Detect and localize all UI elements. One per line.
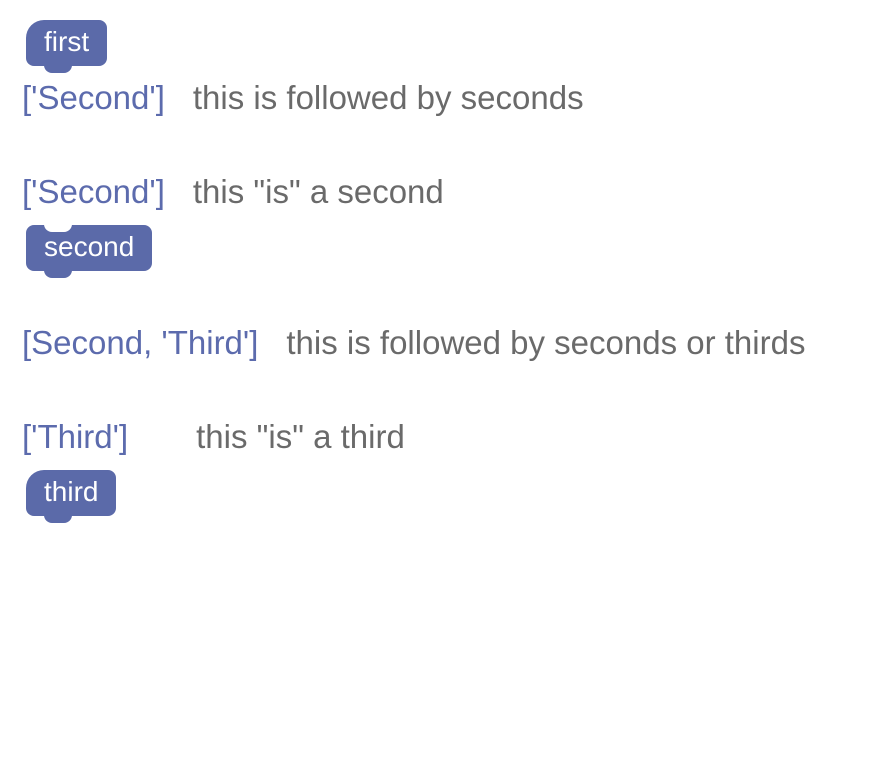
block-wrapper: second <box>26 225 152 271</box>
doc-entry: [Second, 'Third'] this is followed by se… <box>22 321 856 366</box>
doc-entry: first ['Second'] this is followed by sec… <box>22 20 856 120</box>
entry-row: ['Third'] this "is" a third <box>22 415 856 460</box>
entry-row: ['Second'] this "is" a second <box>22 170 856 215</box>
tag-list: ['Second'] <box>22 170 165 215</box>
block-second[interactable]: second <box>26 225 152 271</box>
description-text: this is followed by seconds or thirds <box>286 321 856 366</box>
block-first[interactable]: first <box>26 20 107 66</box>
entry-row: [Second, 'Third'] this is followed by se… <box>22 321 856 366</box>
description-text: this "is" a third <box>196 415 856 460</box>
tag-list: [Second, 'Third'] <box>22 321 258 366</box>
description-text: this is followed by seconds <box>193 76 856 121</box>
doc-entry: ['Third'] this "is" a third third <box>22 415 856 515</box>
tag-list: ['Second'] <box>22 76 165 121</box>
tag-list: ['Third'] <box>22 415 128 460</box>
block-wrapper: third <box>26 470 116 516</box>
doc-entry: ['Second'] this "is" a second second <box>22 170 856 270</box>
block-third[interactable]: third <box>26 470 116 516</box>
entry-row: ['Second'] this is followed by seconds <box>22 76 856 121</box>
description-text: this "is" a second <box>193 170 856 215</box>
block-wrapper: first <box>26 20 107 66</box>
